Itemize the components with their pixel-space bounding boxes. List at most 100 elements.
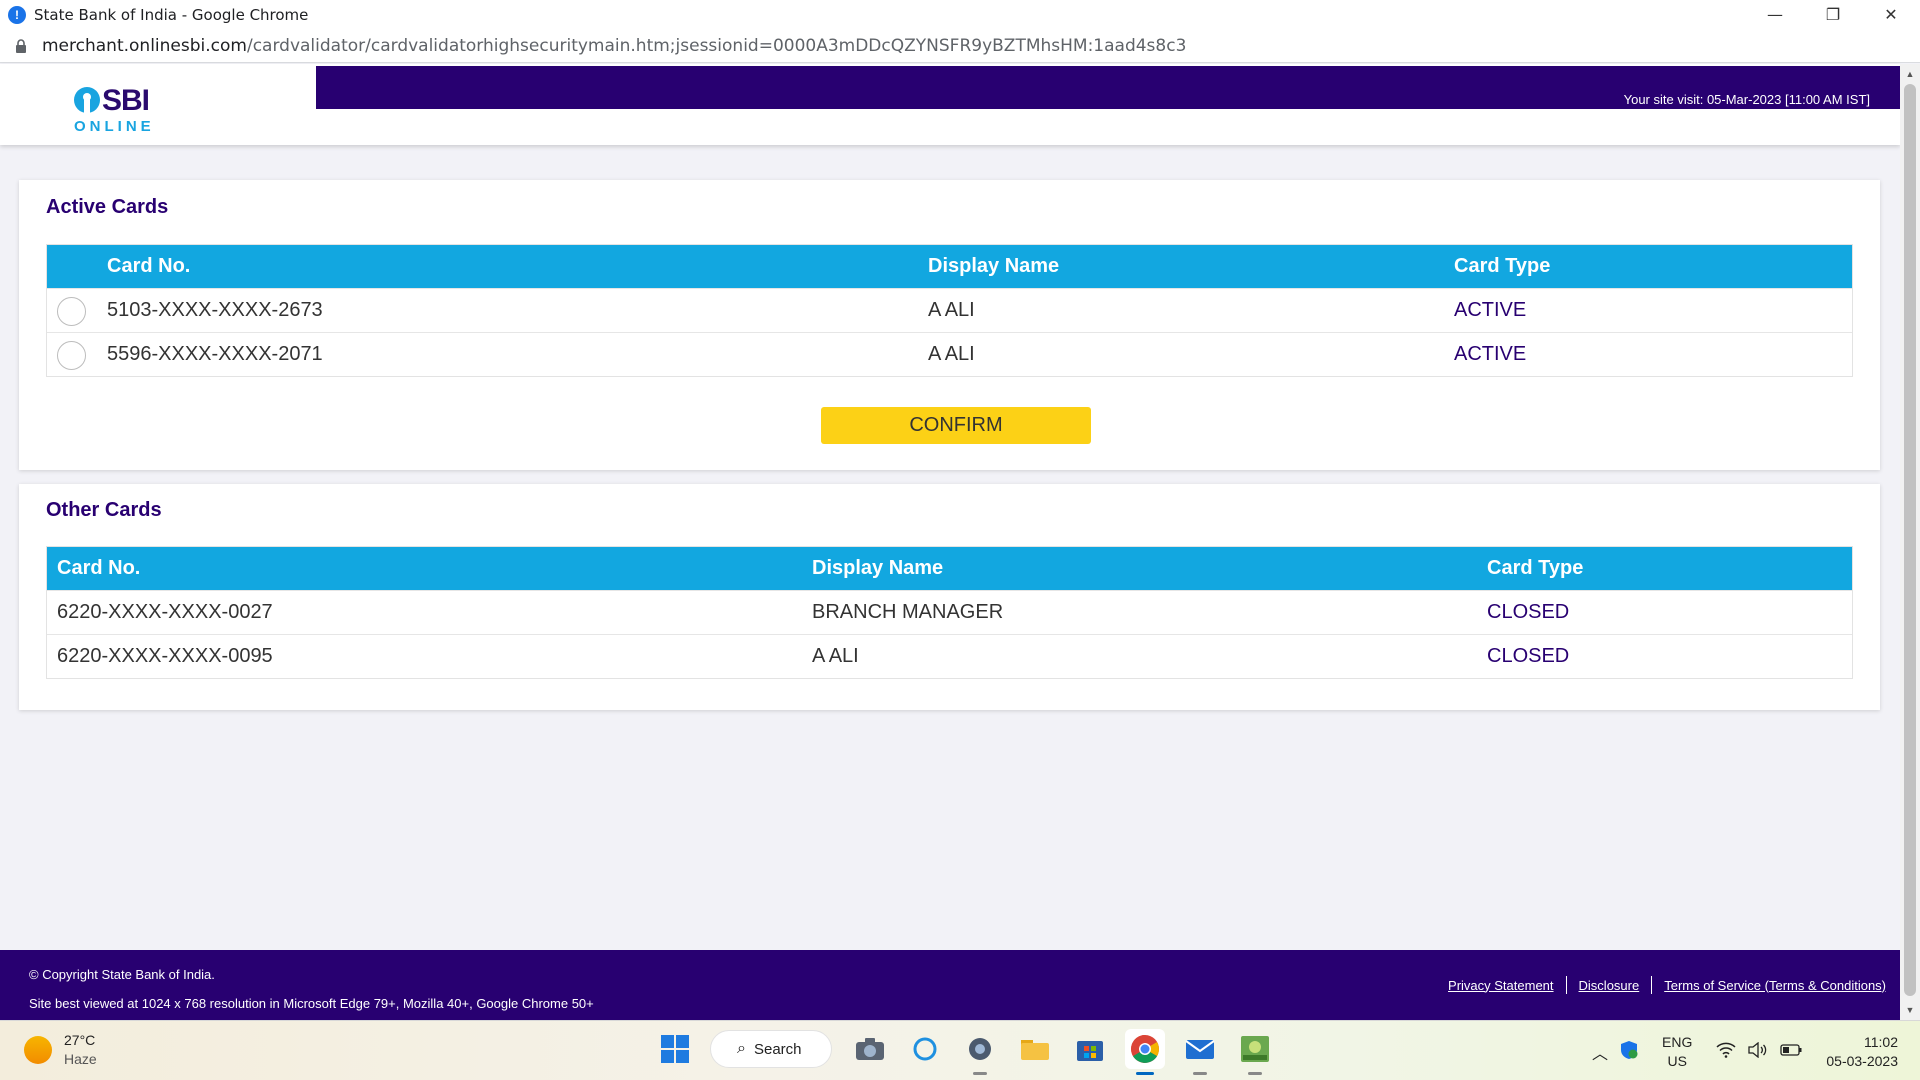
photos-app-icon[interactable] [1235, 1029, 1275, 1075]
card-number: 6220-XXXX-XXXX-0027 [57, 601, 273, 623]
card-number: 5596-XXXX-XXXX-2071 [107, 343, 323, 365]
active-cards-panel: Active Cards Card No. Display Name Card … [19, 180, 1880, 470]
active-app-indicator [1136, 1072, 1154, 1075]
link-divider [1565, 976, 1567, 994]
taskbar-apps: ⌕ Search [655, 1029, 1290, 1075]
link-divider [1651, 976, 1653, 994]
sbi-online-logo[interactable]: SBI ONLINE [74, 84, 164, 135]
other-cards-title: Other Cards [46, 499, 162, 521]
logo-online-text: ONLINE [74, 118, 155, 135]
system-tray: ︿ ENG US 11:02 05-03-2023 [1586, 1027, 1920, 1077]
taskbar-clock[interactable]: 11:02 05-03-2023 [1826, 1033, 1898, 1071]
confirm-button[interactable]: CONFIRM [821, 407, 1091, 444]
other-cards-panel: Other Cards Card No. Display Name Card T… [19, 484, 1880, 710]
table-row: 6220-XXXX-XXXX-0027 BRANCH MANAGER CLOSE… [47, 590, 1852, 634]
scroll-up-arrow-icon[interactable]: ▲ [1900, 66, 1920, 82]
search-label: Search [753, 1040, 802, 1058]
site-header: SBI ONLINE Your site visit: 05-Mar-2023 … [0, 64, 1900, 145]
windows-security-shield-icon[interactable] [1620, 1040, 1638, 1065]
active-cards-title: Active Cards [46, 196, 169, 218]
wifi-icon[interactable] [1716, 1042, 1736, 1063]
search-icon: ⌕ [737, 1040, 746, 1057]
windows-logo-icon [661, 1035, 689, 1063]
page-content: SBI ONLINE Your site visit: 05-Mar-2023 … [0, 64, 1900, 1020]
url-host: merchant.onlinesbi.com [42, 35, 247, 56]
battery-icon[interactable] [1780, 1043, 1802, 1061]
display-name: A ALI [928, 343, 975, 365]
clock-time: 11:02 [1864, 1034, 1898, 1050]
card-type: CLOSED [1487, 645, 1570, 667]
window-controls: — ❐ ✕ [1746, 0, 1920, 29]
footer-links: Privacy Statement Disclosure Terms of Se… [1448, 976, 1886, 994]
browser-note-text: Site best viewed at 1024 x 768 resolutio… [29, 996, 594, 1011]
language-indicator[interactable]: ENG US [1662, 1033, 1692, 1071]
display-name: BRANCH MANAGER [812, 601, 1004, 623]
logo-sbi-text: SBI [102, 84, 150, 117]
site-footer: © Copyright State Bank of India. Site be… [0, 950, 1900, 1020]
haze-weather-icon [24, 1036, 52, 1064]
disclosure-link[interactable]: Disclosure [1579, 978, 1640, 993]
active-cards-table: Card No. Display Name Card Type 5103-XXX… [46, 244, 1853, 377]
other-cards-table: Card No. Display Name Card Type 6220-XXX… [46, 546, 1853, 679]
google-chrome-icon[interactable] [1125, 1029, 1165, 1075]
table-row: 6220-XXXX-XXXX-0095 A ALI CLOSED [47, 634, 1852, 678]
language-code: ENG [1662, 1034, 1693, 1050]
restore-button[interactable]: ❐ [1804, 0, 1862, 29]
taskbar-search-button[interactable]: ⌕ Search [710, 1030, 832, 1068]
sbi-favicon-icon: ! [8, 5, 26, 24]
display-name: A ALI [812, 645, 859, 667]
weather-description: Haze [64, 1051, 97, 1067]
running-indicator [1193, 1072, 1207, 1075]
cortana-icon[interactable] [905, 1029, 945, 1069]
window-title: State Bank of India - Google Chrome [34, 5, 309, 24]
card-type: ACTIVE [1454, 299, 1527, 321]
file-explorer-icon[interactable] [1015, 1029, 1055, 1069]
settings-gear-icon[interactable] [960, 1029, 1000, 1075]
weather-widget[interactable]: 27°C Haze [24, 1031, 97, 1069]
page-scrollbar[interactable]: ▲ ▼ [1900, 64, 1920, 1020]
column-header-card-type: Card Type [1487, 557, 1584, 579]
card-type: ACTIVE [1454, 343, 1527, 365]
minimize-button[interactable]: — [1746, 0, 1804, 29]
url-text[interactable]: merchant.onlinesbi.com/cardvalidator/car… [42, 36, 1186, 56]
privacy-statement-link[interactable]: Privacy Statement [1448, 978, 1554, 993]
url-path: /cardvalidator/cardvalidatorhighsecurity… [246, 35, 1187, 56]
column-header-card-no: Card No. [57, 557, 141, 579]
keyboard-region: US [1667, 1053, 1687, 1069]
column-header-display-name: Display Name [928, 255, 1060, 277]
start-button[interactable] [655, 1029, 695, 1069]
browser-title-bar: ! State Bank of India - Google Chrome — … [0, 0, 1920, 29]
mail-app-icon[interactable] [1180, 1029, 1220, 1075]
table-row[interactable]: 5103-XXXX-XXXX-2673 A ALI ACTIVE [47, 288, 1852, 332]
site-visit-text: Your site visit: 05-Mar-2023 [11:00 AM I… [1623, 92, 1870, 107]
table-row[interactable]: 5596-XXXX-XXXX-2071 A ALI ACTIVE [47, 332, 1852, 376]
table-header-row: Card No. Display Name Card Type [47, 547, 1852, 590]
copyright-text: © Copyright State Bank of India. [29, 967, 215, 982]
microsoft-store-icon[interactable] [1070, 1029, 1110, 1069]
sbi-logo-icon [74, 87, 100, 113]
volume-icon[interactable] [1748, 1041, 1768, 1063]
column-header-display-name: Display Name [812, 557, 944, 579]
running-indicator [1248, 1072, 1262, 1075]
running-indicator [973, 1072, 987, 1075]
close-button[interactable]: ✕ [1862, 0, 1920, 29]
card-select-radio[interactable] [57, 297, 86, 326]
address-bar[interactable]: merchant.onlinesbi.com/cardvalidator/car… [0, 29, 1920, 63]
display-name: A ALI [928, 299, 975, 321]
clock-date: 05-03-2023 [1826, 1053, 1898, 1069]
column-header-card-no: Card No. [107, 255, 191, 277]
table-header-row: Card No. Display Name Card Type [47, 245, 1852, 288]
lock-icon[interactable] [14, 38, 28, 53]
terms-of-service-link[interactable]: Terms of Service (Terms & Conditions) [1664, 978, 1886, 993]
card-type: CLOSED [1487, 601, 1570, 623]
scroll-down-arrow-icon[interactable]: ▼ [1900, 1002, 1920, 1018]
card-select-radio[interactable] [57, 341, 86, 370]
camera-app-icon[interactable] [850, 1029, 890, 1069]
windows-taskbar: 27°C Haze ⌕ Search ︿ ENG US 11:02 05-03-… [0, 1020, 1920, 1080]
weather-temperature: 27°C [64, 1032, 96, 1048]
show-hidden-icons-chevron-icon[interactable]: ︿ [1592, 1040, 1608, 1064]
card-number: 6220-XXXX-XXXX-0095 [57, 645, 273, 667]
scrollbar-thumb[interactable] [1904, 84, 1916, 996]
card-number: 5103-XXXX-XXXX-2673 [107, 299, 323, 321]
column-header-card-type: Card Type [1454, 255, 1551, 277]
